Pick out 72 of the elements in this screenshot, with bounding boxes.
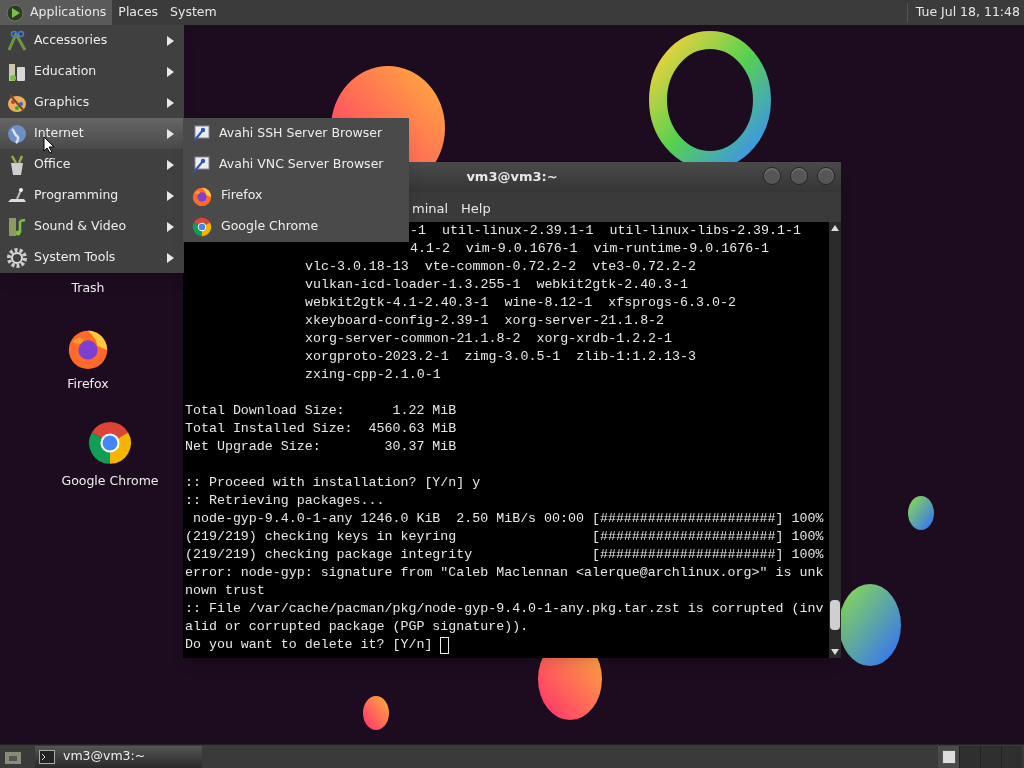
submenu-arrow-icon — [167, 221, 174, 232]
terminal-line: xorg-server-common-21.1.8-2 xorg-xrdb-1.2.2-1 — [305, 330, 673, 348]
menu-item[interactable]: Accessories — [0, 25, 184, 56]
terminal-line: alid or corrupted package (PGP signature)). — [185, 618, 529, 636]
task-button[interactable]: vm3@vm3:~ — [35, 745, 202, 768]
scroll-down-icon[interactable] — [831, 649, 839, 655]
menu-item[interactable]: Google Chrome — [183, 211, 409, 242]
terminal-line: :: File /var/cache/pacman/pkg/node-gyp-9.4.0-1-any.pkg.tar.zst is corrupted (inv — [185, 600, 824, 618]
terminal-line: :: Retrieving packages... — [185, 492, 385, 510]
scrollbar[interactable] — [829, 222, 841, 658]
terminal-line: (219/219) checking package integrity [######################] 100% — [185, 546, 824, 564]
submenu-arrow-icon — [167, 66, 174, 77]
terminal-line: 4.1-2 vim-9.0.1676-1 vim-runtime-9.0.1676-1 — [410, 240, 770, 258]
terminal-line: webkit2gtk-4.1-2.40.3-1 wine-8.12-1 xfsprogs-6.3.0-2 — [305, 294, 736, 312]
chrome-icon — [191, 215, 213, 238]
menu-item[interactable]: Programming — [0, 180, 184, 211]
submenu-arrow-icon — [167, 252, 174, 263]
terminal-line: error: node-gyp: signature from "Caleb Maclennan <alerque@archlinux.org>" is unk — [185, 564, 824, 582]
terminal-line: vlc-3.0.18-13 vte-common-0.72.2-2 vte3-0.72.2-2 — [305, 258, 696, 276]
desktop-icon-label[interactable]: Google Chrome — [61, 472, 159, 491]
window-title: vm3@vm3:~ — [466, 168, 558, 187]
film-note-icon — [6, 215, 28, 238]
terminal-line: nown trust — [185, 582, 265, 600]
menu-item[interactable]: Avahi VNC Server Browser — [183, 149, 409, 180]
terminal-line: -1 util-linux-2.39.1-1 util-linux-libs-2.39.1-1 — [410, 222, 801, 240]
terminal-line: xkeyboard-config-2.39-1 xorg-server-21.1.8-2 — [305, 312, 665, 330]
desktop-icon-label[interactable]: Trash — [71, 279, 105, 298]
desktop-icon-label[interactable]: Firefox — [67, 375, 109, 394]
terminal-line: Total Download Size: 1.22 MiB — [185, 402, 457, 420]
scissors-icon — [6, 29, 28, 52]
text-cursor — [440, 636, 450, 654]
terminal-icon — [39, 749, 55, 764]
close-button[interactable] — [817, 167, 835, 185]
key-icon — [191, 154, 211, 175]
scroll-up-icon[interactable] — [831, 225, 839, 231]
menu-logo-icon — [6, 3, 24, 22]
terminal-line: Net Upgrade Size: 30.37 MiB — [185, 438, 457, 456]
menu-item[interactable]: Sound & Video — [0, 211, 184, 242]
terminal-line: Do you want to delete it? [Y/n] — [185, 636, 434, 654]
terminal-line: vulkan-icd-loader-1.3.255-1 webkit2gtk-2.40.3-1 — [305, 276, 688, 294]
menu-item[interactable]: Help — [461, 199, 491, 219]
mouse-pointer-icon — [43, 136, 55, 154]
menu-item[interactable]: Graphics — [0, 87, 184, 118]
terminal-line: node-gyp-9.4.0-1-any 1246.0 KiB 2.50 MiB/s 00:00 [######################] 100% — [191, 510, 824, 528]
submenu-arrow-icon — [167, 190, 174, 201]
globe-icon — [6, 122, 28, 145]
terminal-line: :: Proceed with installation? [Y/n] y — [185, 474, 481, 492]
menu-item[interactable]: System Tools — [0, 242, 184, 273]
submenu-arrow-icon — [167, 35, 174, 46]
submenu-arrow-icon — [167, 97, 174, 108]
menu-item[interactable]: Education — [0, 56, 184, 87]
scroll-thumb[interactable] — [830, 600, 840, 630]
gear-icon — [6, 246, 28, 269]
clock[interactable]: Tue Jul 18, 11:48 — [906, 3, 1024, 22]
submenu-arrow-icon — [167, 159, 174, 170]
panel-menu[interactable]: Places — [112, 0, 165, 25]
menu-item[interactable]: minal — [412, 199, 449, 219]
menu-item[interactable]: Avahi SSH Server Browser — [183, 118, 409, 149]
menu-item[interactable]: Internet — [0, 118, 184, 149]
panel-menu[interactable]: Applications — [0, 0, 113, 25]
maximize-button[interactable] — [790, 167, 808, 185]
menu-item[interactable]: Office — [0, 149, 184, 180]
key-icon — [191, 123, 211, 144]
menu-item[interactable]: Firefox — [183, 180, 409, 211]
terminal-line: (219/219) checking keys in keyring [######################] 100% — [185, 528, 824, 546]
panel-menu[interactable]: System — [164, 0, 223, 25]
submenu-arrow-icon — [167, 128, 174, 139]
minimize-button[interactable] — [763, 167, 781, 185]
workspace-switcher[interactable] — [938, 745, 1022, 768]
terminal-line: zxing-cpp-2.1.0-1 — [305, 366, 441, 384]
terminal-line: xorgproto-2023.2-1 zimg-3.0.5-1 zlib-1:1.2.13-3 — [305, 348, 696, 366]
terminal-line: Total Installed Size: 4560.63 MiB — [185, 420, 457, 438]
